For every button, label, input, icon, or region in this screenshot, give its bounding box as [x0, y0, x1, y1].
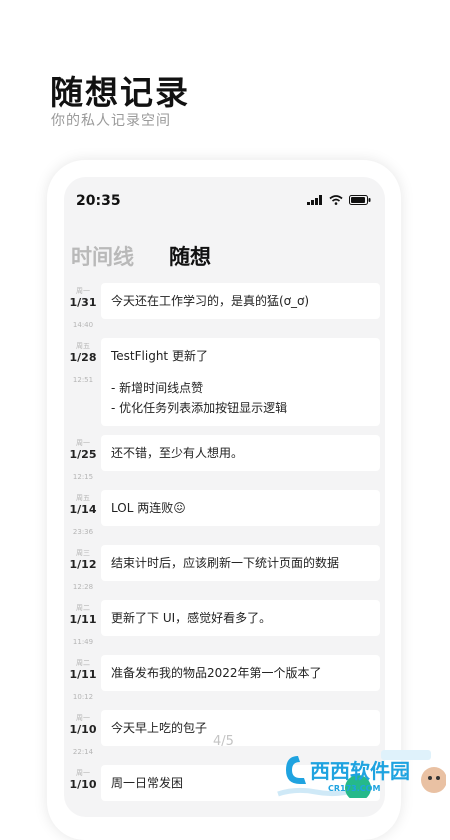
entry-date: 1/31: [69, 296, 97, 309]
tab-notes[interactable]: 随想: [169, 241, 211, 271]
entry-weekday: 周二: [76, 659, 90, 667]
entry-weekday: 周一: [76, 439, 90, 447]
entry-date: 1/28: [69, 351, 97, 364]
entry-text: 还不错，至少有人想用。: [111, 446, 244, 460]
entry-date: 1/11: [69, 668, 97, 681]
entry-time: 10:12: [72, 693, 94, 701]
tab-timeline[interactable]: 时间线: [71, 241, 134, 271]
page-subtitle: 你的私人记录空间: [51, 113, 171, 129]
entry-weekday: 周五: [76, 494, 90, 502]
status-icons: [307, 195, 371, 205]
signal-icon: [307, 195, 322, 205]
page-title: 随想记录: [50, 73, 190, 112]
entry-text-blank: [111, 366, 370, 378]
entry-text: LOL 两连败😖: [111, 501, 186, 515]
entry-time: 23:36: [72, 528, 94, 536]
entry-text: 今天早上吃的包子: [111, 721, 208, 735]
list-item[interactable]: 周一 1/25 12:15 还不错，至少有人想用。: [64, 435, 385, 490]
entry-date: 1/12: [69, 558, 97, 571]
entry-text: 更新了下 UI，感觉好看多了。: [111, 611, 272, 625]
watermark-logo: 西西软件园 CR173.COM: [277, 750, 446, 798]
watermark-domain: CR173.COM: [328, 784, 380, 793]
entry-date: 1/10: [69, 778, 97, 791]
entry-weekday: 周一: [76, 287, 90, 295]
wifi-icon: [329, 195, 343, 205]
entry-text: - 新增时间线点赞: [111, 381, 204, 395]
list-item[interactable]: 周五 1/14 23:36 LOL 两连败😖: [64, 490, 385, 545]
entry-date: 1/10: [69, 723, 97, 736]
entry-text: 结束计时后，应该刷新一下统计页面的数据: [111, 556, 340, 570]
entry-card[interactable]: 还不错，至少有人想用。: [101, 435, 380, 471]
entry-weekday: 周三: [76, 549, 90, 557]
entry-card[interactable]: 更新了下 UI，感觉好看多了。: [101, 600, 380, 636]
entry-card[interactable]: 今天还在工作学习的，是真的猛(ơ_ơ): [101, 283, 380, 319]
entry-time: 12:51: [72, 376, 94, 384]
entry-card[interactable]: 准备发布我的物品2022年第一个版本了: [101, 655, 380, 691]
entry-time: 11:49: [72, 638, 94, 646]
list-item[interactable]: 周一 1/31 14:40 今天还在工作学习的，是真的猛(ơ_ơ): [64, 283, 385, 338]
entry-weekday: 周一: [76, 714, 90, 722]
list-item[interactable]: 周二 1/11 11:49 更新了下 UI，感觉好看多了。: [64, 600, 385, 655]
entry-time: 12:15: [72, 473, 94, 481]
entry-card[interactable]: 结束计时后，应该刷新一下统计页面的数据: [101, 545, 380, 581]
list-item[interactable]: 周五 1/28 12:51 TestFlight 更新了 - 新增时间线点赞 -…: [64, 338, 385, 435]
entry-date: 1/11: [69, 613, 97, 626]
page-indicator: 4/5: [213, 734, 234, 749]
entry-text: 今天还在工作学习的，是真的猛(ơ_ơ): [111, 294, 310, 308]
status-time: 20:35: [76, 193, 121, 209]
entry-time: 22:14: [72, 748, 94, 756]
entry-card[interactable]: TestFlight 更新了 - 新增时间线点赞 - 优化任务列表添加按钮显示逻…: [101, 338, 380, 426]
entry-time: 12:28: [72, 583, 94, 591]
entry-text: 准备发布我的物品2022年第一个版本了: [111, 666, 322, 680]
list-item[interactable]: 周三 1/12 12:28 结束计时后，应该刷新一下统计页面的数据: [64, 545, 385, 600]
list-item[interactable]: 周二 1/11 10:12 准备发布我的物品2022年第一个版本了: [64, 655, 385, 710]
entry-weekday: 周二: [76, 604, 90, 612]
entry-date: 1/14: [69, 503, 97, 516]
entry-weekday: 周五: [76, 342, 90, 350]
entry-text: TestFlight 更新了: [111, 349, 208, 363]
battery-icon: [349, 195, 371, 205]
entry-card[interactable]: LOL 两连败😖: [101, 490, 380, 526]
entry-text: - 优化任务列表添加按钮显示逻辑: [111, 401, 288, 415]
entry-card[interactable]: 今天早上吃的包子: [101, 710, 380, 746]
watermark-brand: 西西软件园: [310, 759, 410, 783]
entry-date: 1/25: [69, 448, 97, 461]
entry-weekday: 周一: [76, 769, 90, 777]
phone-screen: 20:35 时间线 随想 周一 1/31 14:40 今天还在工作学习的，是真的…: [64, 177, 385, 817]
entry-time: 14:40: [72, 321, 94, 329]
